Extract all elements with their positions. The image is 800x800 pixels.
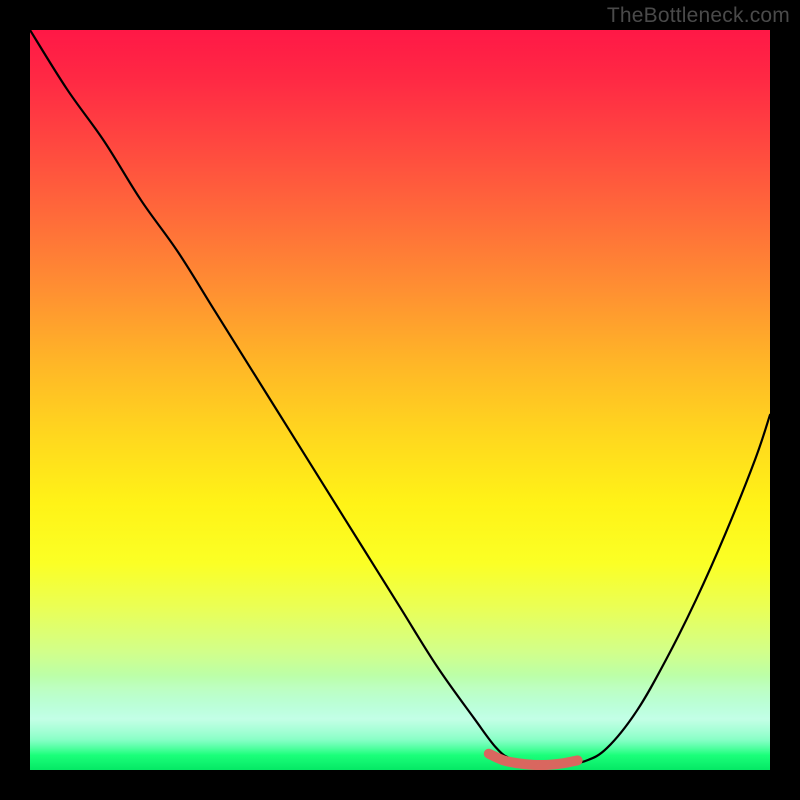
bottleneck-curve xyxy=(30,30,770,765)
plot-area xyxy=(30,30,770,770)
watermark-text: TheBottleneck.com xyxy=(607,4,790,28)
chart-svg xyxy=(30,30,770,770)
chart-frame: TheBottleneck.com xyxy=(0,0,800,800)
highlight-segment xyxy=(489,754,578,765)
